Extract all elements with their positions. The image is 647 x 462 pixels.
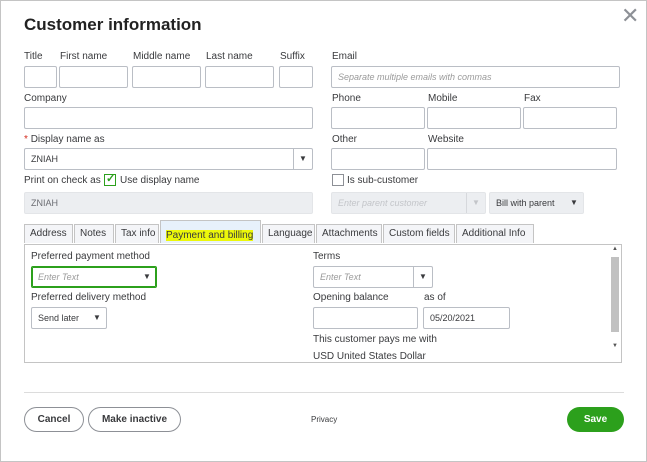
pays-with-label: This customer pays me with xyxy=(313,334,437,345)
display-name-label: * Display name as xyxy=(24,134,105,145)
tab-attachments[interactable]: Attachments xyxy=(316,224,382,243)
chevron-down-icon: ▼ xyxy=(466,193,485,213)
dialog-title: Customer information xyxy=(24,15,202,34)
other-label: Other xyxy=(332,134,358,145)
opening-balance-label: Opening balance xyxy=(313,292,389,303)
bill-with-parent-label: Bill with parent xyxy=(496,198,555,208)
website-label: Website xyxy=(428,134,464,145)
preferred-payment-method-label: Preferred payment method xyxy=(31,251,150,262)
required-mark: * xyxy=(24,134,28,145)
check-icon: ✓ xyxy=(106,173,116,185)
sub-customer-label: Is sub-customer xyxy=(347,175,419,186)
preferred-delivery-method-select[interactable]: Send later ▼ xyxy=(31,307,107,329)
company-label: Company xyxy=(24,93,67,104)
make-inactive-button[interactable]: Make inactive xyxy=(88,407,181,432)
company-input[interactable] xyxy=(24,107,313,129)
mobile-label: Mobile xyxy=(428,93,458,104)
preferred-payment-method-placeholder: Enter Text xyxy=(38,272,79,282)
use-display-name-checkbox[interactable]: ✓ xyxy=(104,173,116,186)
footer-divider xyxy=(24,392,624,393)
mobile-input[interactable] xyxy=(427,107,521,129)
parent-customer-placeholder: Enter parent customer xyxy=(338,198,428,208)
tab-payment-and-billing[interactable]: Payment and billing xyxy=(160,220,261,243)
tab-language[interactable]: Language xyxy=(262,224,315,243)
tab-address[interactable]: Address xyxy=(24,224,73,243)
save-button[interactable]: Save xyxy=(567,407,624,432)
email-label: Email xyxy=(332,51,358,62)
fax-label: Fax xyxy=(524,93,541,104)
email-input[interactable]: Separate multiple emails with commas xyxy=(331,66,620,88)
cancel-button[interactable]: Cancel xyxy=(24,407,84,432)
use-display-name-label: Use display name xyxy=(120,175,200,186)
display-name-value: ZNIAH xyxy=(31,154,58,164)
chevron-down-icon: ▼ xyxy=(143,272,151,281)
last-name-label: Last name xyxy=(206,51,253,62)
tab-additional-info[interactable]: Additional Info xyxy=(456,224,534,243)
chevron-down-icon[interactable]: ▼ xyxy=(293,149,312,169)
chevron-down-icon: ▼ xyxy=(413,267,432,287)
suffix-input[interactable] xyxy=(279,66,313,88)
chevron-down-icon: ▼ xyxy=(93,313,101,322)
print-on-check-label: Print on check as xyxy=(24,175,101,186)
payment-billing-panel: Preferred payment method Enter Text ▼ Pr… xyxy=(24,244,622,363)
scroll-down-icon[interactable]: ▼ xyxy=(611,343,619,349)
preferred-payment-method-select[interactable]: Enter Text ▼ xyxy=(31,266,157,288)
last-name-input[interactable] xyxy=(205,66,274,88)
parent-customer-select[interactable]: Enter parent customer ▼ xyxy=(331,192,486,214)
as-of-label: as of xyxy=(424,292,446,303)
as-of-date-input[interactable]: 05/20/2021 xyxy=(423,307,510,329)
opening-balance-input[interactable] xyxy=(313,307,418,329)
first-name-input[interactable] xyxy=(59,66,128,88)
tab-tax-info[interactable]: Tax info xyxy=(115,224,159,243)
tab-payment-and-billing-label: Payment and billing xyxy=(166,230,254,241)
terms-placeholder: Enter Text xyxy=(320,272,361,282)
middle-name-label: Middle name xyxy=(133,51,191,62)
customer-information-dialog: Customer information ✕ Title First name … xyxy=(0,0,647,462)
tab-notes[interactable]: Notes xyxy=(74,224,114,243)
preferred-delivery-method-value: Send later xyxy=(38,313,80,323)
title-input[interactable] xyxy=(24,66,57,88)
close-icon[interactable]: ✕ xyxy=(621,5,639,27)
bill-with-parent-select[interactable]: Bill with parent ▼ xyxy=(489,192,584,214)
other-input[interactable] xyxy=(331,148,425,170)
fax-input[interactable] xyxy=(523,107,617,129)
display-name-select[interactable]: ZNIAH ▼ xyxy=(24,148,313,170)
phone-label: Phone xyxy=(332,93,361,104)
terms-label: Terms xyxy=(313,251,341,262)
preferred-delivery-method-label: Preferred delivery method xyxy=(31,292,147,303)
title-label: Title xyxy=(24,51,43,62)
website-input[interactable] xyxy=(427,148,617,170)
terms-select[interactable]: Enter Text ▼ xyxy=(313,266,433,288)
scrollbar-thumb[interactable] xyxy=(611,257,619,332)
first-name-label: First name xyxy=(60,51,108,62)
currency-value[interactable]: USD United States Dollar xyxy=(313,351,426,362)
middle-name-input[interactable] xyxy=(132,66,201,88)
print-on-check-input[interactable]: ZNIAH xyxy=(24,192,313,214)
phone-input[interactable] xyxy=(331,107,425,129)
display-name-label-text: Display name as xyxy=(30,134,105,145)
privacy-link[interactable]: Privacy xyxy=(311,415,337,424)
chevron-down-icon: ▼ xyxy=(570,198,578,207)
tab-custom-fields[interactable]: Custom fields xyxy=(383,224,455,243)
scroll-up-icon[interactable]: ▲ xyxy=(611,246,619,252)
sub-customer-checkbox[interactable] xyxy=(332,174,344,186)
panel-scrollbar[interactable]: ▲ ▼ xyxy=(609,245,621,362)
suffix-label: Suffix xyxy=(280,51,305,62)
